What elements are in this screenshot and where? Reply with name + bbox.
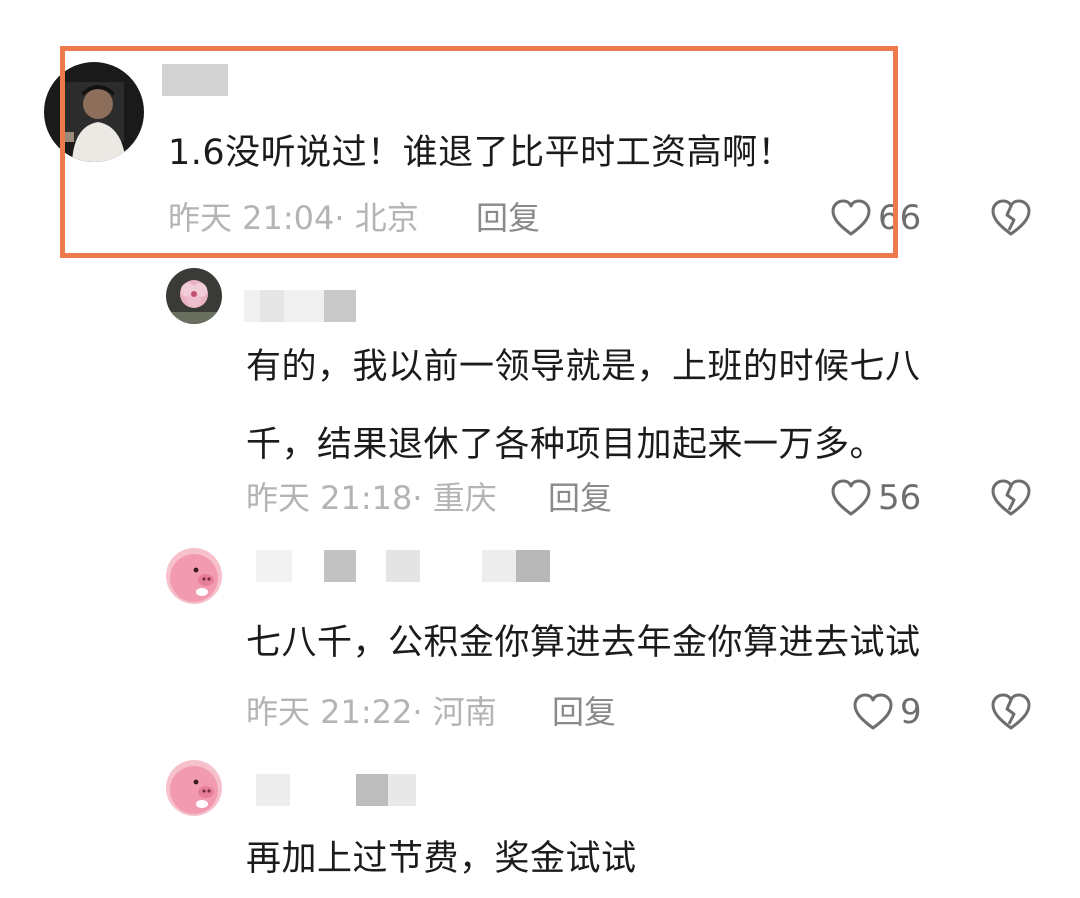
meta-separator: · [334,199,355,237]
flower-avatar [166,268,222,324]
user-avatar[interactable] [44,62,144,162]
username-redacted [244,290,356,322]
username-redacted [256,550,552,582]
comment-text-line: 千，结果退休了各种项目加起来一万多。 [246,425,886,465]
reply-button[interactable]: 回复 [548,476,612,520]
comment-time: 昨天 21:18 [246,479,413,517]
reply-button[interactable]: 回复 [552,690,616,734]
broken-heart-icon[interactable] [990,478,1032,518]
username-redacted [162,64,228,96]
comment-location: 重庆 [432,479,497,517]
comment-time: 昨天 21:22 [246,693,413,731]
heart-icon [831,199,871,236]
user-avatar[interactable] [166,268,222,324]
comment-meta: 昨天 21:18· 重庆 [246,476,497,520]
broken-heart-icon[interactable] [990,198,1032,238]
username-redacted [256,774,416,806]
comment-text: 有的，我以前一领导就是，上班的时候七八 千，结果退休了各种项目加起来一万多。 [246,328,921,484]
comment-text: 七八千，公积金你算进去年金你算进去试试 [246,604,921,682]
meta-separator: · [412,693,433,731]
broken-heart-icon[interactable] [990,692,1032,732]
comment-location: 北京 [354,199,419,237]
like-button[interactable]: 66 [830,196,921,240]
comment-meta: 昨天 21:04· 北京 [168,196,419,240]
pink-pig-avatar [166,760,222,816]
comment-location: 河南 [432,693,497,731]
user-photo-avatar [44,62,144,162]
comment-text-line: 有的，我以前一领导就是，上班的时候七八 [246,347,921,387]
comment-meta: 昨天 21:22· 河南 [246,690,497,734]
comment-text-line: 1.6没听说过！谁退了比平时工资高啊！ [168,133,794,173]
like-button[interactable]: 56 [830,476,921,520]
user-avatar[interactable] [166,548,222,604]
like-count: 56 [878,478,922,518]
heart-icon [831,479,871,516]
pink-pig-avatar [166,548,222,604]
like-count: 9 [900,692,922,732]
heart-icon [853,693,893,730]
comment-text-line: 七八千，公积金你算进去年金你算进去试试 [246,623,921,663]
meta-separator: · [412,479,433,517]
reply-button[interactable]: 回复 [476,196,540,240]
like-count: 66 [878,198,922,238]
comment-time: 昨天 21:04 [168,199,335,237]
comment-text: 再加上过节费，奖金试试 [246,820,637,898]
user-avatar[interactable] [166,760,222,816]
comment-text-line: 再加上过节费，奖金试试 [246,839,637,879]
comment-text: 1.6没听说过！谁退了比平时工资高啊！ [168,114,793,192]
like-button[interactable]: 9 [852,690,922,734]
